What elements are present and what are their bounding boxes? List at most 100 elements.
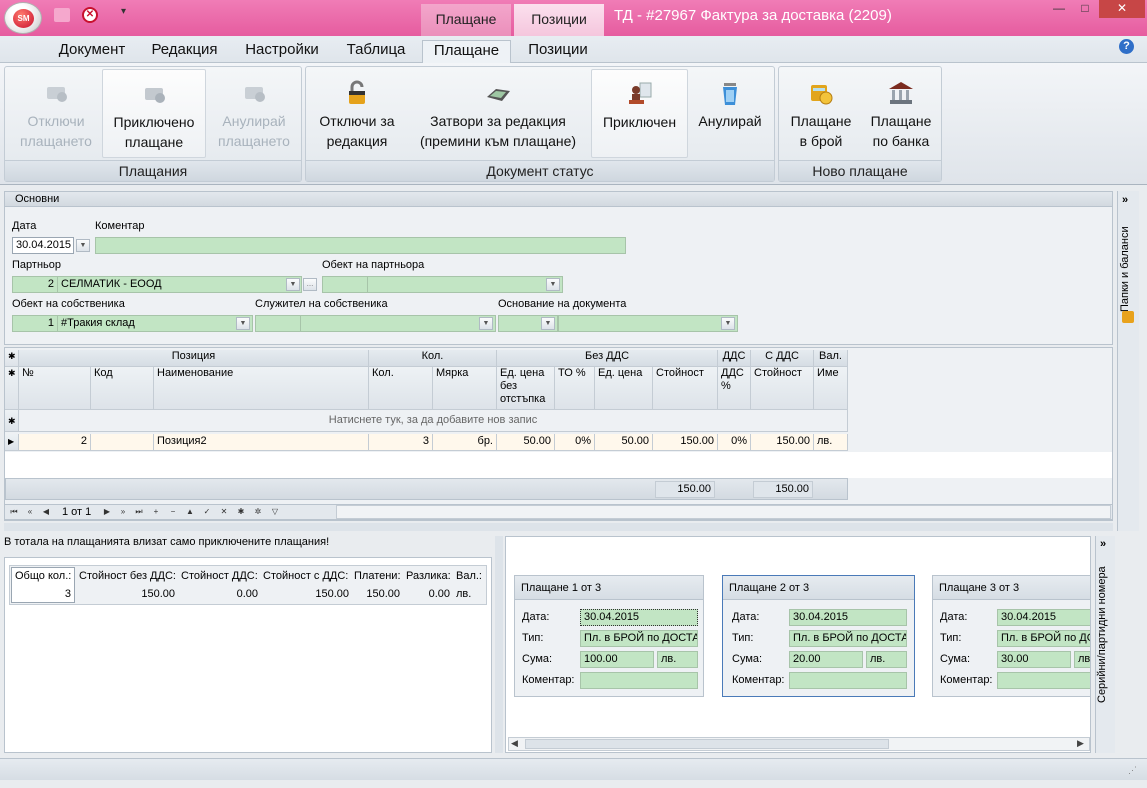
partner-lookup-icon[interactable]: … [303,278,317,291]
close-doc-icon[interactable]: ✕ [82,7,98,23]
payment-3-type-input[interactable]: Пл. в БРОЙ по ДОСТАВ [997,630,1090,647]
annul-button[interactable]: Анулирай [689,69,771,158]
col-code[interactable]: Код [91,367,154,410]
save-icon[interactable] [54,8,70,22]
nav-delete-icon[interactable]: − [167,506,179,518]
expand-side-panel-icon[interactable]: » [1122,194,1128,206]
tab-edit[interactable]: Редакция [142,40,227,63]
col-value[interactable]: Стойност [653,367,718,410]
tab-settings[interactable]: Настройки [233,40,331,63]
partner-name-input[interactable]: СЕЛМАТИК - ЕООД [57,276,302,293]
nav-next-page-icon[interactable]: » [117,506,129,518]
payment-3-comment-input[interactable] [997,672,1090,689]
col-currency-name[interactable]: Име [814,367,848,410]
partner-object-code-input[interactable] [322,276,368,293]
col-value-vat[interactable]: Стойност [751,367,814,410]
doc-reason-name-input[interactable] [558,315,738,332]
payments-scrollbar[interactable]: ◀ ▶ [508,737,1090,751]
owner-object-code-input[interactable]: 1 [12,315,58,332]
doc-reason-code-dropdown-icon[interactable]: ▼ [541,317,555,330]
vertical-splitter[interactable] [495,536,503,753]
cell-value[interactable]: 150.00 [653,434,718,451]
owner-employee-code-input[interactable] [255,315,301,332]
nav-next-icon[interactable]: ▶ [101,506,113,518]
scroll-right-icon[interactable]: ▶ [1077,738,1084,749]
owner-employee-dropdown-icon[interactable]: ▼ [479,317,493,330]
nav-add-icon[interactable]: + [150,506,162,518]
cell-unit-price[interactable]: 50.00 [595,434,653,451]
folders-balances-tab[interactable]: Папки и баланси [1119,219,1139,319]
payment-2-type-input[interactable]: Пл. в БРОЙ по ДОСТАВ [789,630,907,647]
payment-1-currency[interactable]: лв. [657,651,698,668]
scroll-left-icon[interactable]: ◀ [511,738,518,749]
tab-table[interactable]: Таблица [336,40,416,63]
cancel-payment-button[interactable]: Анулирай плащането [208,69,300,158]
cell-value-vat[interactable]: 150.00 [751,434,814,451]
cell-unit[interactable]: бр. [433,434,497,451]
expand-serials-icon[interactable]: » [1100,538,1106,550]
payment-2-date-input[interactable]: 30.04.2015 [789,609,907,626]
resize-grip-icon[interactable]: ⋰ [1128,765,1137,776]
payment-3-amount-input[interactable]: 30.00 [997,651,1071,668]
nav-bookmark-icon[interactable]: ✱ [235,506,247,518]
unlock-edit-button[interactable]: Отключи за редакция [310,69,404,158]
payment-card-2[interactable]: Плащане 2 от 3 Дата: 30.04.2015 Тип: Пл.… [722,575,915,697]
payment-1-type-input[interactable]: Пл. в БРОЙ по ДОСТАВ [580,630,698,647]
nav-edit-icon[interactable]: ▲ [184,506,196,518]
cell-no[interactable]: 2 [19,434,91,451]
col-unit-price[interactable]: Ед. цена [595,367,653,410]
quick-access-dropdown-icon[interactable]: ▾ [121,6,126,17]
payment-1-comment-input[interactable] [580,672,698,689]
cell-qty[interactable]: 3 [369,434,433,451]
scroll-thumb[interactable] [525,739,889,749]
partner-object-dropdown-icon[interactable]: ▼ [546,278,560,291]
maximize-button[interactable]: □ [1072,0,1098,18]
doc-reason-dropdown-icon[interactable]: ▼ [721,317,735,330]
minimize-button[interactable]: — [1046,0,1072,18]
payment-3-currency[interactable]: лв. [1074,651,1090,668]
partner-object-name-input[interactable] [367,276,563,293]
owner-employee-name-input[interactable] [300,315,496,332]
complete-payment-button[interactable]: Приключено плащане [102,69,206,158]
col-qty[interactable]: Кол. [369,367,433,410]
payment-1-amount-input[interactable]: 100.00 [580,651,654,668]
payment-2-amount-input[interactable]: 20.00 [789,651,863,668]
payment-1-date-input[interactable]: 30.04.2015 [580,609,698,626]
horizontal-splitter[interactable] [4,523,1113,531]
grid-horizontal-scrollbar[interactable] [336,505,1111,519]
col-discount[interactable]: ТО % [555,367,595,410]
nav-filter-icon[interactable]: ▽ [269,506,281,518]
tab-document[interactable]: Документ [46,40,138,63]
help-icon[interactable]: ? [1119,39,1134,54]
nav-prev-icon[interactable]: ◀ [40,506,52,518]
cell-code[interactable] [91,434,154,451]
bank-payment-button[interactable]: Плащане по банка [861,69,941,158]
completed-button[interactable]: Приключен [591,69,688,158]
tab-positions[interactable]: Позиции [515,40,601,63]
payment-card-3[interactable]: Плащане 3 от 3 Дата: 30.04.2015 Тип: Пл.… [932,575,1090,697]
unlock-payment-button[interactable]: Отключи плащането [9,69,103,158]
owner-object-name-input[interactable]: #Тракия склад [57,315,253,332]
payment-2-currency[interactable]: лв. [866,651,907,668]
nav-last-icon[interactable]: ⏭ [133,506,145,518]
cell-currency[interactable]: лв. [814,434,848,451]
owner-object-dropdown-icon[interactable]: ▼ [236,317,250,330]
cell-list-price[interactable]: 50.00 [497,434,555,451]
col-unit[interactable]: Мярка [433,367,497,410]
partner-dropdown-icon[interactable]: ▼ [286,278,300,291]
date-dropdown-icon[interactable]: ▼ [76,239,90,252]
new-row-hint[interactable]: Натиснете тук, за да добавите нов запис [19,410,848,432]
serials-tab[interactable]: Серийни/партидни номера [1096,560,1116,710]
nav-cancel-icon[interactable]: ✕ [218,506,230,518]
context-tab-payment[interactable]: Плащане [421,4,511,36]
comment-input[interactable] [95,237,626,254]
payment-2-comment-input[interactable] [789,672,907,689]
tab-payment[interactable]: Плащане [422,40,511,63]
cash-payment-button[interactable]: Плащане в брой [781,69,861,158]
col-no[interactable]: № [19,367,91,410]
nav-post-icon[interactable]: ✓ [201,506,213,518]
cell-vat-percent[interactable]: 0% [718,434,751,451]
col-name[interactable]: Наименование [154,367,369,410]
nav-first-icon[interactable]: ⏮ [8,506,20,518]
nav-prev-page-icon[interactable]: « [24,506,36,518]
